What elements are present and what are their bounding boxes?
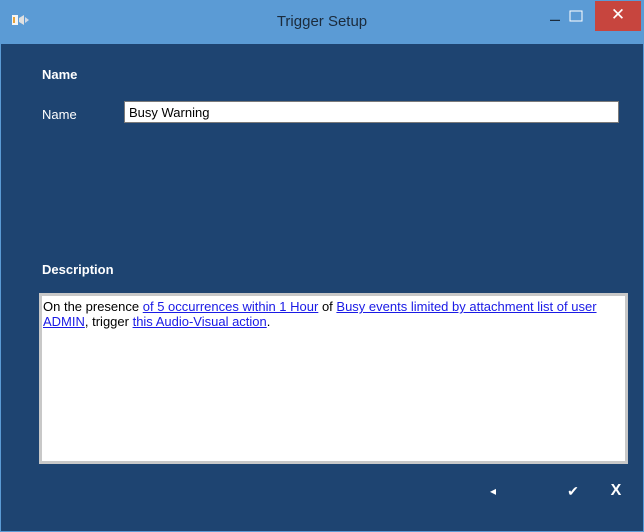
ok-button[interactable]: ✔ <box>562 481 584 501</box>
cancel-button[interactable]: X <box>605 481 627 501</box>
occurrences-link[interactable]: of 5 occurrences within 1 Hour <box>143 299 319 314</box>
description-text: , trigger <box>84 314 133 329</box>
description-text: On the presence <box>43 299 143 314</box>
name-input[interactable] <box>124 101 619 123</box>
name-field-label: Name <box>42 107 77 122</box>
description-text: of <box>318 299 337 314</box>
description-box: On the presence of 5 occurrences within … <box>39 293 628 464</box>
minimize-button[interactable]: – <box>544 9 566 29</box>
maximize-button[interactable] <box>567 9 585 25</box>
description-section-heading: Description <box>42 262 114 277</box>
title-bar[interactable]: Trigger Setup – ✕ <box>1 1 643 44</box>
name-section-heading: Name <box>42 67 78 82</box>
action-link[interactable]: this Audio-Visual action <box>133 314 267 329</box>
back-button[interactable]: ◂ <box>482 481 504 501</box>
close-button[interactable]: ✕ <box>595 1 641 31</box>
trigger-setup-window: Trigger Setup – ✕ Name Name Description … <box>0 0 644 532</box>
description-text: . <box>266 314 271 329</box>
